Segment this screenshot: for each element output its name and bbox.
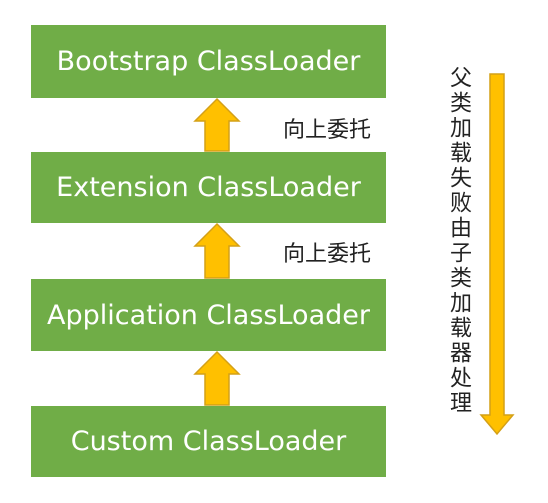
up-arrow-icon <box>193 222 241 279</box>
delegate-up-label: 向上委托 <box>283 118 372 143</box>
extension-classloader-box: Extension ClassLoader <box>31 152 386 223</box>
custom-classloader-box: Custom ClassLoader <box>31 406 386 477</box>
parent-fail-child-handles-note: 父类加载失败由子类加载器处理 <box>446 66 471 416</box>
custom-classloader-label: Custom ClassLoader <box>70 426 347 457</box>
up-arrow-icon <box>193 350 241 406</box>
application-classloader-box: Application ClassLoader <box>31 279 386 351</box>
bootstrap-classloader-box: Bootstrap ClassLoader <box>31 25 386 98</box>
bootstrap-classloader-label: Bootstrap ClassLoader <box>56 46 361 77</box>
application-classloader-label: Application ClassLoader <box>47 299 370 331</box>
down-arrow-icon <box>479 73 515 436</box>
delegate-up-label: 向上委托 <box>283 242 372 267</box>
extension-classloader-label: Extension ClassLoader <box>56 172 361 203</box>
up-arrow-icon <box>193 97 241 152</box>
